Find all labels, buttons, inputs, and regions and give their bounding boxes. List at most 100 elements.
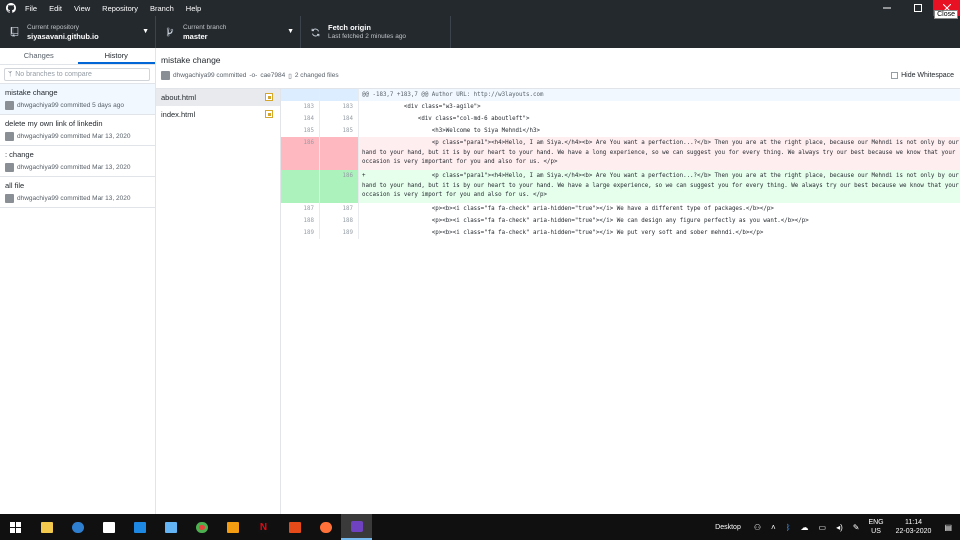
maximize-icon <box>913 4 922 12</box>
hunk-text: @@ -183,7 +183,7 @@ Author URL: http://w… <box>362 92 544 98</box>
onedrive-icon[interactable]: ☁ <box>801 523 809 532</box>
avatar <box>5 194 14 203</box>
windows-icon <box>10 521 21 533</box>
old-line-number <box>281 170 320 203</box>
compare-branch-input[interactable]: ᛘ No branches to compare <box>4 67 150 81</box>
new-line-number <box>320 137 359 170</box>
mail-icon <box>133 521 146 533</box>
diff-line-text: <div class="w3-agile"> <box>362 104 481 110</box>
close-tooltip: Close <box>934 10 958 19</box>
taskbar-edge[interactable] <box>62 514 93 540</box>
desktop-toolbar-label[interactable]: Desktop <box>715 524 741 531</box>
hide-whitespace-label: Hide Whitespace <box>901 72 954 79</box>
tab-history[interactable]: History <box>77 48 155 64</box>
old-line-number: 185 <box>281 125 320 137</box>
menu-repository[interactable]: Repository <box>102 4 147 13</box>
commit-item[interactable]: mistake change dhwgachiya99 committed 5 … <box>0 84 155 115</box>
fetch-origin-button[interactable]: Fetch origin Last fetched 2 minutes ago <box>301 16 451 48</box>
time-label: 11:14 <box>905 519 923 526</box>
taskbar-github-desktop[interactable] <box>341 514 372 540</box>
menu-branch[interactable]: Branch <box>150 4 183 13</box>
taskbar-store[interactable] <box>93 514 124 540</box>
maximize-button[interactable] <box>902 0 933 16</box>
taskbar-mail[interactable] <box>124 514 155 540</box>
commit-meta: dhwgachiya99 committed Mar 13, 2020 <box>17 164 131 171</box>
hide-whitespace-toggle[interactable]: Hide Whitespace <box>891 72 954 79</box>
diff-line: 185 185 <h3>Welcome to Siya Mehndi</h3> <box>281 125 960 137</box>
diff-line: 187 187 <p><b><i class="fa fa-check" ari… <box>281 203 960 215</box>
language-indicator[interactable]: ENG US <box>868 518 883 536</box>
netflix-icon: N <box>257 521 270 533</box>
taskbar-office[interactable] <box>279 514 310 540</box>
commit-meta-row: dhwgachiya99 committed -o- cae7984 ▯ 2 c… <box>161 71 339 80</box>
taskbar-firefox[interactable] <box>310 514 341 540</box>
region-label: US <box>871 528 881 535</box>
commit-item[interactable]: : change dhwgachiya99 committed Mar 13, … <box>0 146 155 177</box>
minimize-button[interactable] <box>871 0 902 16</box>
new-line-number: 188 <box>320 215 359 227</box>
taskbar-app[interactable] <box>155 514 186 540</box>
commit-item[interactable]: all file dhwgachiya99 committed Mar 13, … <box>0 177 155 208</box>
old-line-number: 187 <box>281 203 320 215</box>
new-line-number: 189 <box>320 227 359 239</box>
commit-item[interactable]: delete my own link of linkedin dhwgachiy… <box>0 115 155 146</box>
file-item[interactable]: index.html <box>156 106 280 123</box>
chevron-down-icon: ▼ <box>287 28 294 35</box>
tab-changes[interactable]: Changes <box>0 48 78 64</box>
file-item[interactable]: about.html <box>156 89 280 106</box>
sidebar-tabs: Changes History <box>0 48 155 65</box>
notification-icon[interactable]: ▤ <box>944 523 952 532</box>
diff-hunk-header: @@ -183,7 +183,7 @@ Author URL: http://w… <box>281 89 960 101</box>
diff-line-text: <p class="para1"><h4>Hello, I am Siya.</… <box>362 140 959 165</box>
title-bar: File Edit View Repository Branch Help Cl… <box>0 0 960 19</box>
fetch-subtitle: Last fetched 2 minutes ago <box>328 33 407 40</box>
clock[interactable]: 11:14 22-03-2020 <box>896 518 932 536</box>
github-desktop-icon <box>350 520 363 532</box>
new-line-number: 183 <box>320 101 359 113</box>
current-repository-button[interactable]: Current repository siyasavani.github.io … <box>0 16 156 48</box>
branch-icon: ᛘ <box>8 70 13 78</box>
new-line-number: 186 <box>320 170 359 203</box>
bluetooth-icon[interactable]: ᛒ <box>786 523 791 532</box>
store-icon <box>102 521 115 533</box>
taskbar-file-explorer[interactable] <box>31 514 62 540</box>
chevron-up-icon[interactable]: ˄ <box>771 523 776 532</box>
menu-file[interactable]: File <box>25 4 46 13</box>
diff-line-text: <h3>Welcome to Siya Mehndi</h3> <box>362 128 540 134</box>
diff-line-text: + <p class="para1"><h4>Hello, I am Siya.… <box>362 173 959 198</box>
old-line-number: 188 <box>281 215 320 227</box>
taskbar-sublime[interactable] <box>217 514 248 540</box>
avatar <box>5 163 14 172</box>
commit-title: : change <box>5 150 34 159</box>
menu-view[interactable]: View <box>74 4 99 13</box>
diff-line: 183 183 <div class="w3-agile"> <box>281 101 960 113</box>
taskbar: N Desktop ⚇ ˄ ᛒ ☁ ▭ ◂) ✎ ENG US 11:14 22… <box>0 514 960 540</box>
diff-line-deleted: 186 <p class="para1"><h4>Hello, I am Siy… <box>281 137 960 170</box>
people-icon[interactable]: ⚇ <box>754 523 761 532</box>
volume-icon[interactable]: ◂) <box>836 523 843 532</box>
changed-files-list: about.html index.html <box>156 89 281 514</box>
toolbar: Current repository siyasavani.github.io … <box>0 16 960 48</box>
office-icon <box>288 521 301 533</box>
file-name: about.html <box>161 93 197 102</box>
commit-title: all file <box>5 181 25 190</box>
menu-edit[interactable]: Edit <box>49 4 71 13</box>
old-line-number: 186 <box>281 137 320 170</box>
pen-icon[interactable]: ✎ <box>853 523 860 532</box>
commit-sha[interactable]: cae7984 <box>260 72 285 79</box>
diff-line-text: <div class="col-md-6 aboutleft"> <box>362 116 530 122</box>
current-branch-button[interactable]: Current branch master ▼ <box>156 16 301 48</box>
taskbar-netflix[interactable]: N <box>248 514 279 540</box>
hide-whitespace-checkbox[interactable] <box>891 72 899 79</box>
avatar <box>5 101 14 110</box>
new-line-number: 185 <box>320 125 359 137</box>
system-tray: Desktop ⚇ ˄ ᛒ ☁ ▭ ◂) ✎ ENG US 11:14 22-0… <box>715 514 960 540</box>
repo-icon <box>6 27 22 37</box>
taskbar-chrome[interactable] <box>186 514 217 540</box>
battery-icon[interactable]: ▭ <box>819 523 827 532</box>
menu-help[interactable]: Help <box>186 4 210 13</box>
firefox-icon <box>319 521 332 533</box>
start-button[interactable] <box>0 514 31 540</box>
file-diff-icon: ▯ <box>288 72 292 80</box>
compare-placeholder: No branches to compare <box>15 70 92 78</box>
